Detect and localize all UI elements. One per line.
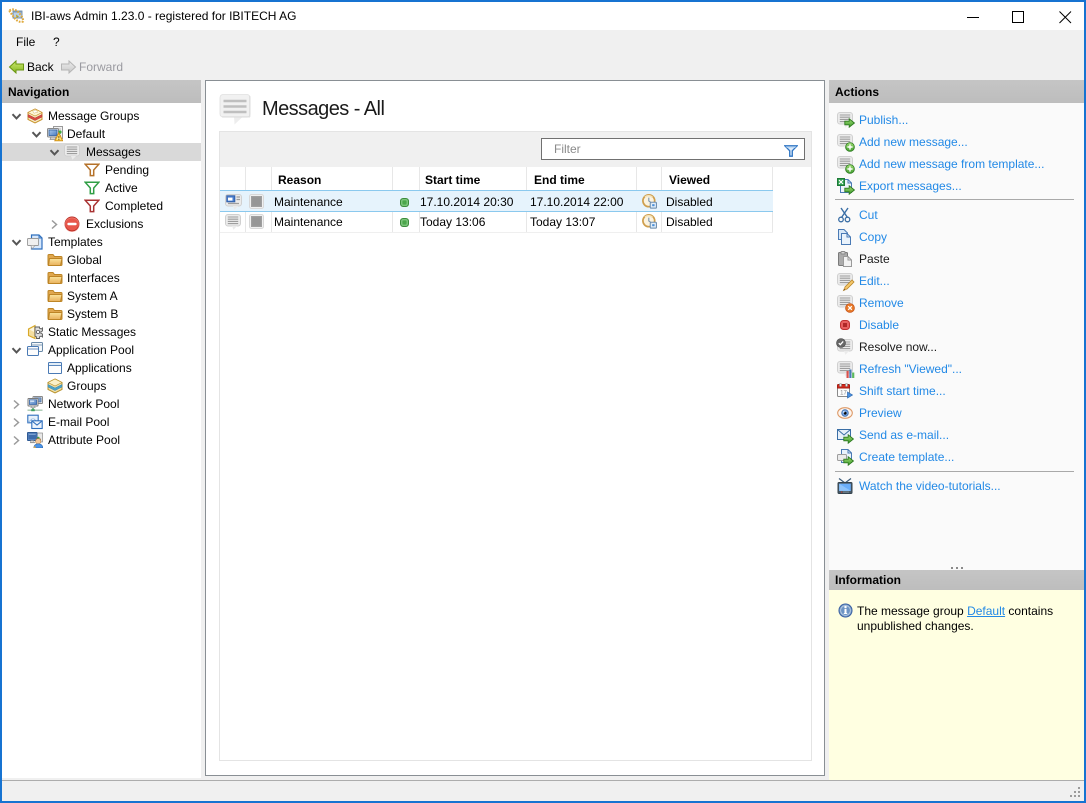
svg-text:17: 17 — [840, 391, 847, 397]
